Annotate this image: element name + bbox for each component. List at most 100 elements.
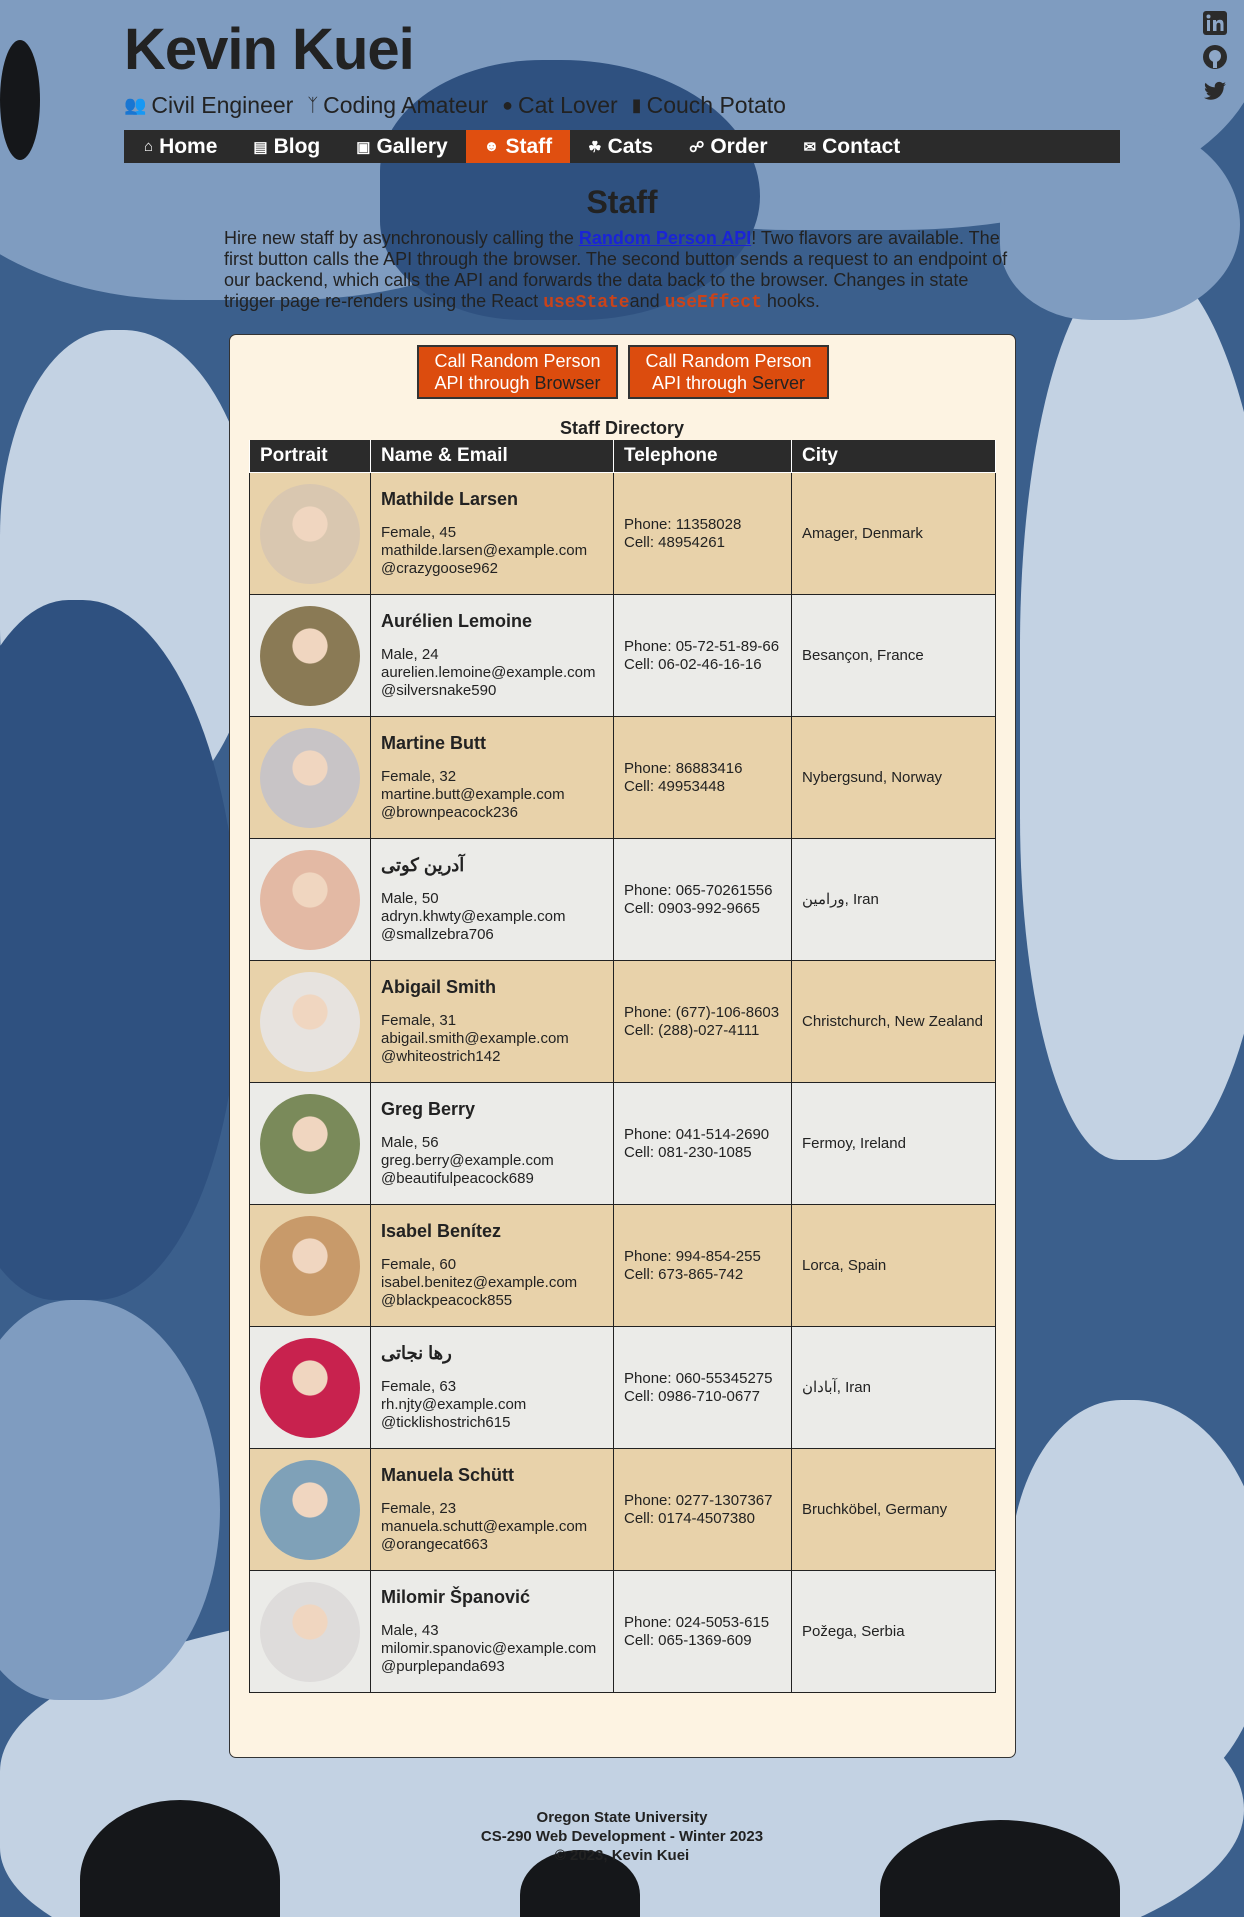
table-header-row: Portrait Name & Email Telephone City — [249, 440, 996, 473]
name-email-cell: Isabel Benítez Female, 60 isabel.benitez@e… — [370, 1204, 614, 1327]
city-cell: Christchurch, New Zealand — [791, 960, 996, 1083]
person-email: greg.berry@example.com — [381, 1152, 554, 1169]
portrait-cell — [249, 472, 371, 595]
taglines: 👥 Civil Engineer ᛉ Coding Amateur ● Cat … — [124, 92, 794, 119]
intro-text: Hire new staff by asynchronously calling… — [224, 228, 579, 248]
table-row: Isabel Benítez Female, 60 isabel.benitez@e… — [249, 1204, 996, 1327]
tagline-coding: ᛉ Coding Amateur — [307, 92, 488, 119]
tagline-engineer: 👥 Civil Engineer — [124, 92, 293, 119]
page-title: Staff — [586, 184, 658, 220]
button-label: Call Random Person — [645, 351, 812, 371]
city-cell: Lorca, Spain — [791, 1204, 996, 1327]
button-label: API through Browser — [419, 372, 616, 394]
person-city: Bruchköbel, Germany — [802, 1500, 948, 1518]
avatar — [260, 483, 360, 584]
linkedin-icon[interactable] — [1202, 10, 1228, 36]
person-gender-age: Male, 50 — [381, 890, 439, 907]
portrait-cell — [249, 1204, 371, 1327]
person-username: @silversnake590 — [381, 682, 497, 699]
telephone-cell: Phone: 86883416 Cell: 49953448 — [613, 716, 792, 839]
telephone-cell: Phone: (677)-106-8603 Cell: (288)-027-411… — [613, 960, 792, 1083]
tagline-couch: ▮ Couch Potato — [632, 92, 786, 119]
person-cell: Cell: 0174-4507380 — [624, 1509, 755, 1527]
person-cell: Cell: 0986-710-0677 — [624, 1387, 760, 1405]
nav-gallery[interactable]: ▣ Gallery — [338, 130, 465, 163]
person-gender-age: Female, 60 — [381, 1256, 457, 1273]
telephone-cell: Phone: 994-854-255 Cell: 673-865-742 — [613, 1204, 792, 1327]
nav-label: Home — [159, 134, 218, 158]
tagline-label: Civil Engineer — [151, 92, 294, 118]
person-gender-age: Female, 23 — [381, 1500, 457, 1517]
portrait-cell — [249, 1448, 371, 1571]
city-cell: Amager, Denmark — [791, 472, 996, 595]
person-cell: Cell: 06-02-46-16-16 — [624, 655, 762, 673]
city-cell: Požega, Serbia — [791, 1570, 996, 1693]
person-cell: Cell: (288)-027-4111 — [624, 1021, 760, 1039]
name-email-cell: آدرین کوتی Male, 50 adryn.khwty@example.co… — [370, 838, 614, 961]
person-cell: Cell: 48954261 — [624, 533, 725, 551]
person-name: Manuela Schütt — [381, 1465, 515, 1485]
nav-staff[interactable]: ☻ Staff — [465, 130, 571, 163]
person-email: milomir.spanovic@example.com — [381, 1640, 597, 1657]
site-footer: Oregon State University CS-290 Web Devel… — [0, 1808, 1244, 1865]
nav-label: Cats — [607, 134, 654, 158]
table-row: Abigail Smith Female, 31 abigail.smith@exa… — [249, 960, 996, 1083]
portrait-cell — [249, 716, 371, 839]
person-username: @brownpeacock236 — [381, 804, 518, 821]
call-api-browser-button[interactable]: Call Random Person API through Browser — [417, 345, 618, 399]
tagline-label: Coding Amateur — [323, 92, 489, 118]
button-label: Call Random Person — [434, 351, 601, 371]
header-telephone: Telephone — [613, 440, 792, 473]
envelope-icon: ✉ — [803, 138, 817, 156]
person-city: ورامین, Iran — [802, 890, 879, 908]
home-icon: ⌂ — [144, 138, 154, 155]
twitter-icon[interactable] — [1202, 78, 1228, 104]
person-cell: Cell: 0903-992-9665 — [624, 899, 760, 917]
avatar — [260, 849, 360, 950]
person-username: @whiteostrich142 — [381, 1048, 501, 1065]
table-caption: Staff Directory — [559, 418, 685, 438]
intro-text: and — [629, 291, 665, 311]
telephone-cell: Phone: 05-72-51-89-66 Cell: 06-02-46-16-1… — [613, 594, 792, 717]
header-city: City — [791, 440, 996, 473]
github-icon[interactable] — [1202, 44, 1228, 70]
code-usestate: useState — [543, 293, 630, 313]
nav-contact[interactable]: ✉ Contact — [786, 130, 919, 163]
name-email-cell: Greg Berry Male, 56 greg.berry@example.com… — [370, 1082, 614, 1205]
call-api-server-button[interactable]: Call Random Person API through Server — [628, 345, 829, 399]
nav-order[interactable]: ☍ Order — [671, 130, 785, 163]
telephone-cell: Phone: 11358028 Cell: 48954261 — [613, 472, 792, 595]
person-email: mathilde.larsen@example.com — [381, 542, 588, 559]
name-email-cell: Aurélien Lemoine Male, 24 aurelien.lemoine… — [370, 594, 614, 717]
random-person-api-link[interactable]: Random Person API — [579, 228, 751, 248]
tagline-label: Couch Potato — [646, 92, 786, 118]
header-portrait: Portrait — [249, 440, 371, 473]
nav-cats[interactable]: ☘ Cats — [570, 130, 671, 163]
name-email-cell: Mathilde Larsen Female, 45 mathilde.larsen… — [370, 472, 614, 595]
person-name: Aurélien Lemoine — [381, 611, 533, 631]
person-phone: Phone: 060-55345275 — [624, 1369, 773, 1387]
table-row: Aurélien Lemoine Male, 24 aurelien.lemoine… — [249, 594, 996, 717]
header-name-email: Name & Email — [370, 440, 614, 473]
tagline-label: Cat Lover — [517, 92, 618, 118]
button-label-prefix: API through — [651, 373, 753, 393]
cat-icon: ☘ — [588, 138, 602, 156]
person-username: @blackpeacock855 — [381, 1292, 513, 1309]
person-gender-age: Male, 43 — [381, 1622, 439, 1639]
city-cell: آبادان, Iran — [791, 1326, 996, 1449]
portrait-cell — [249, 1082, 371, 1205]
name-email-cell: Manuela Schütt Female, 23 manuela.schutt@e… — [370, 1448, 614, 1571]
table-row: Mathilde Larsen Female, 45 mathilde.larsen… — [249, 472, 996, 595]
person-name: Abigail Smith — [381, 977, 497, 997]
cart-icon: ☍ — [689, 138, 705, 156]
person-email: rh.njty@example.com — [381, 1396, 527, 1413]
city-cell: ورامین, Iran — [791, 838, 996, 961]
document-icon: ▤ — [253, 138, 268, 156]
person-gender-age: Male, 24 — [381, 646, 439, 663]
nav-home[interactable]: ⌂ Home — [124, 130, 235, 163]
person-city: Besançon, France — [802, 646, 924, 664]
api-buttons: Call Random Person API through Browser C… — [417, 345, 829, 399]
person-name: Martine Butt — [381, 733, 486, 753]
nav-blog[interactable]: ▤ Blog — [235, 130, 338, 163]
person-city: Požega, Serbia — [802, 1622, 905, 1640]
